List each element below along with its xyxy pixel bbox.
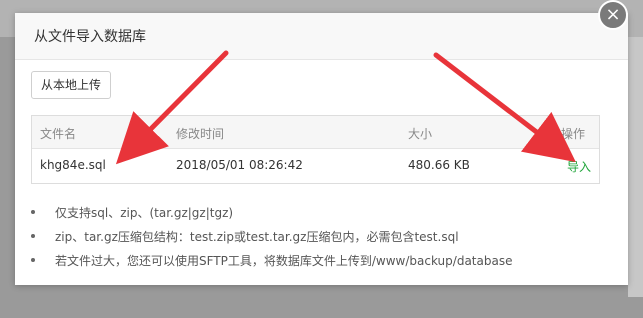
close-icon[interactable]: ×: [598, 0, 628, 30]
dialog-title: 从文件导入数据库: [34, 29, 146, 45]
column-header-modified: 修改时间: [176, 127, 225, 141]
bullet-icon: [31, 258, 35, 262]
modal-backdrop-right: [628, 37, 643, 297]
upload-from-local-button[interactable]: 从本地上传: [31, 71, 111, 99]
file-name-cell: khg84e.sql: [40, 158, 106, 172]
import-link[interactable]: 导入: [567, 158, 591, 175]
bullet-icon: [31, 234, 35, 238]
table-row: khg84e.sql 2018/05/01 08:26:42 480.66 KB…: [32, 149, 599, 183]
import-database-dialog: 从文件导入数据库 从本地上传 文件名 修改时间 大小 操作 khg84e.sql…: [15, 13, 628, 285]
bullet-icon: [31, 210, 35, 214]
modified-time-cell: 2018/05/01 08:26:42: [176, 158, 303, 172]
dialog-header: 从文件导入数据库: [15, 13, 628, 60]
file-size-cell: 480.66 KB: [408, 158, 470, 172]
column-header-action: 操作: [561, 127, 586, 141]
table-header: 文件名 修改时间 大小 操作: [32, 116, 599, 149]
column-header-filename: 文件名: [40, 127, 77, 141]
file-table: 文件名 修改时间 大小 操作 khg84e.sql 2018/05/01 08:…: [31, 115, 600, 184]
column-header-size: 大小: [408, 127, 433, 141]
